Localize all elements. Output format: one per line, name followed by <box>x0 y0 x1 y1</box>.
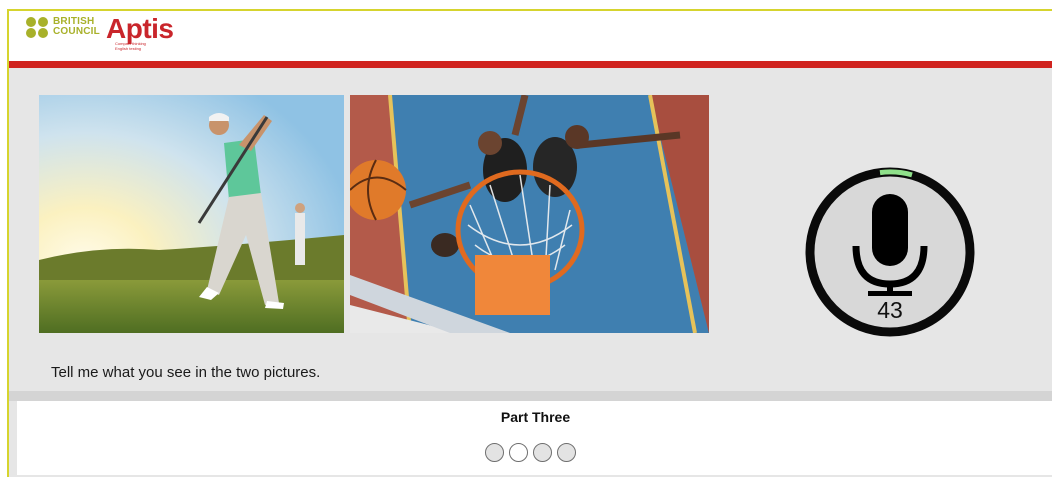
progress-footer: Part Three <box>17 401 1052 475</box>
aptis-tagline: Compact thinking English testing <box>115 41 146 51</box>
golfer-picture <box>39 95 344 333</box>
progress-dot <box>533 443 552 462</box>
countdown-timer: 43 <box>877 297 903 323</box>
part-title: Part Three <box>500 409 571 425</box>
progress-dot <box>485 443 504 462</box>
divider <box>9 391 1052 401</box>
progress-dot-current <box>509 443 528 462</box>
progress-dots <box>485 443 576 462</box>
british-council-logo-icon <box>26 17 50 39</box>
progress-dot <box>557 443 576 462</box>
basketball-picture <box>350 95 709 333</box>
british-council-wordmark: BRITISH COUNCIL <box>53 16 100 37</box>
recording-indicator: 43 <box>802 164 978 340</box>
header: BRITISH COUNCIL Aptis Compact thinking E… <box>9 11 1052 61</box>
header-accent-bar <box>9 61 1052 68</box>
test-window: BRITISH COUNCIL Aptis Compact thinking E… <box>7 9 1052 477</box>
question-prompt: Tell me what you see in the two pictures… <box>51 364 321 381</box>
